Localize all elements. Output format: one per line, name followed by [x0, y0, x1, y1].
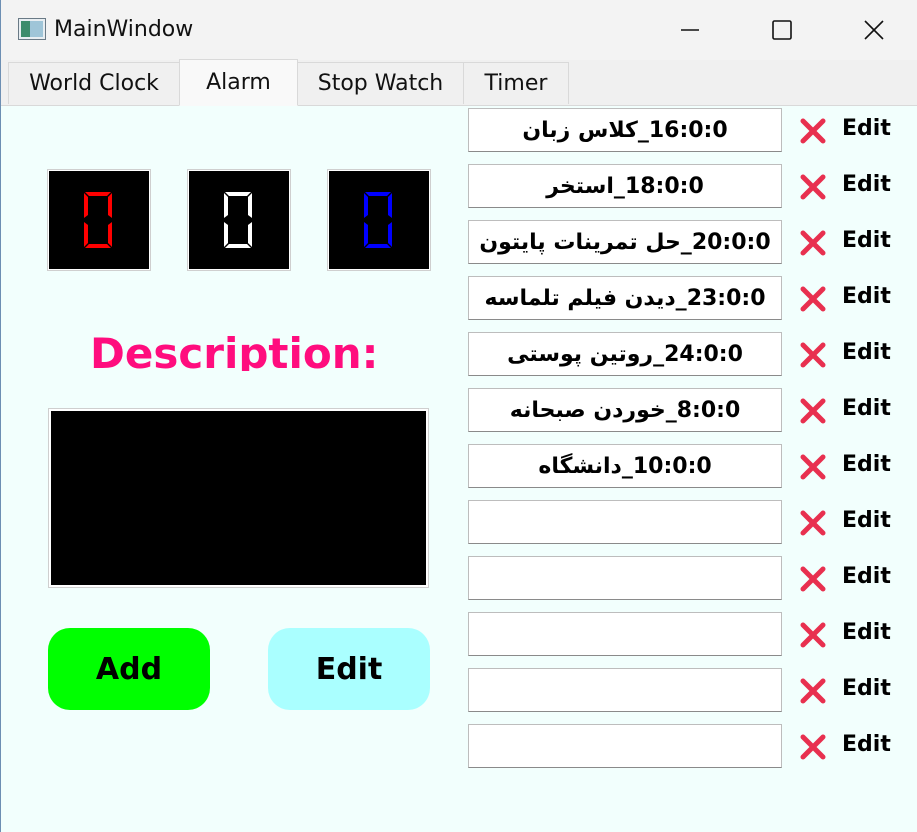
- alarm-row: 10:0:0_دانشگاه Edit: [468, 444, 908, 488]
- edit-alarm-button[interactable]: Edit: [842, 228, 891, 253]
- alarm-row: 24:0:0_روتین پوستی Edit: [468, 332, 908, 376]
- alarm-field[interactable]: 23:0:0_دیدن فیلم تلماسه: [468, 276, 782, 320]
- alarm-row: Edit: [468, 500, 908, 544]
- edit-alarm-button[interactable]: Edit: [842, 676, 891, 701]
- alarm-row: 23:0:0_دیدن فیلم تلماسه Edit: [468, 276, 908, 320]
- delete-x-icon[interactable]: [800, 454, 826, 480]
- minimize-icon: [681, 29, 699, 31]
- alarm-row: 20:0:0_حل تمرینات پایتون Edit: [468, 220, 908, 264]
- minutes-digit: [224, 192, 252, 248]
- delete-x-icon[interactable]: [800, 566, 826, 592]
- edit-alarm-button[interactable]: Edit: [842, 284, 891, 309]
- alarm-field[interactable]: 20:0:0_حل تمرینات پایتون: [468, 220, 782, 264]
- minutes-display: [187, 169, 291, 271]
- delete-x-icon[interactable]: [800, 398, 826, 424]
- edit-alarm-button[interactable]: Edit: [842, 732, 891, 757]
- alarm-row: 8:0:0_خوردن صبحانه Edit: [468, 388, 908, 432]
- main-window: MainWindow World Clock Alarm Stop Watch …: [0, 0, 917, 832]
- window-title: MainWindow: [54, 17, 194, 42]
- edit-alarm-button[interactable]: Edit: [842, 508, 891, 533]
- alarm-row: 18:0:0_استخر Edit: [468, 164, 908, 208]
- title-bar[interactable]: MainWindow: [1, 0, 917, 60]
- close-button[interactable]: [828, 0, 917, 60]
- delete-x-icon[interactable]: [800, 118, 826, 144]
- edit-button[interactable]: Edit: [268, 628, 430, 710]
- alarm-row: Edit: [468, 668, 908, 712]
- description-label: Description:: [90, 329, 379, 371]
- seconds-digit: [364, 192, 392, 248]
- edit-alarm-button[interactable]: Edit: [842, 620, 891, 645]
- edit-alarm-button[interactable]: Edit: [842, 116, 891, 141]
- alarm-field[interactable]: 24:0:0_روتین پوستی: [468, 332, 782, 376]
- delete-x-icon[interactable]: [800, 622, 826, 648]
- alarm-field[interactable]: 18:0:0_استخر: [468, 164, 782, 208]
- delete-x-icon[interactable]: [800, 678, 826, 704]
- maximize-icon: [772, 20, 792, 40]
- alarm-field[interactable]: 8:0:0_خوردن صبحانه: [468, 388, 782, 432]
- delete-x-icon[interactable]: [800, 174, 826, 200]
- maximize-button[interactable]: [736, 0, 828, 60]
- hours-digit: [84, 192, 112, 248]
- alarm-row: Edit: [468, 556, 908, 600]
- tab-alarm[interactable]: Alarm: [179, 59, 298, 106]
- delete-x-icon[interactable]: [800, 286, 826, 312]
- edit-alarm-button[interactable]: Edit: [842, 396, 891, 421]
- delete-x-icon[interactable]: [800, 734, 826, 760]
- alarm-row: Edit: [468, 612, 908, 656]
- add-button[interactable]: Add: [48, 628, 210, 710]
- app-icon: [18, 18, 46, 40]
- tab-bar: World Clock Alarm Stop Watch Timer: [1, 59, 917, 106]
- alarm-field[interactable]: [468, 612, 782, 656]
- description-input[interactable]: [48, 408, 429, 588]
- minimize-button[interactable]: [644, 0, 736, 60]
- alarm-field[interactable]: [468, 668, 782, 712]
- tab-stop-watch[interactable]: Stop Watch: [297, 62, 464, 104]
- close-icon: [864, 20, 884, 40]
- edit-alarm-button[interactable]: Edit: [842, 452, 891, 477]
- alarm-field[interactable]: 16:0:0_کلاس زبان: [468, 108, 782, 152]
- delete-x-icon[interactable]: [800, 230, 826, 256]
- tab-timer[interactable]: Timer: [463, 62, 569, 104]
- hours-display: [47, 169, 151, 271]
- alarm-field[interactable]: 10:0:0_دانشگاه: [468, 444, 782, 488]
- seconds-display: [327, 169, 431, 271]
- tab-world-clock[interactable]: World Clock: [8, 62, 180, 104]
- alarm-row: 16:0:0_کلاس زبان Edit: [468, 108, 908, 152]
- delete-x-icon[interactable]: [800, 342, 826, 368]
- edit-alarm-button[interactable]: Edit: [842, 340, 891, 365]
- alarm-field[interactable]: [468, 500, 782, 544]
- edit-alarm-button[interactable]: Edit: [842, 172, 891, 197]
- edit-alarm-button[interactable]: Edit: [842, 564, 891, 589]
- alarm-row: Edit: [468, 724, 908, 768]
- delete-x-icon[interactable]: [800, 510, 826, 536]
- alarm-field[interactable]: [468, 724, 782, 768]
- alarm-field[interactable]: [468, 556, 782, 600]
